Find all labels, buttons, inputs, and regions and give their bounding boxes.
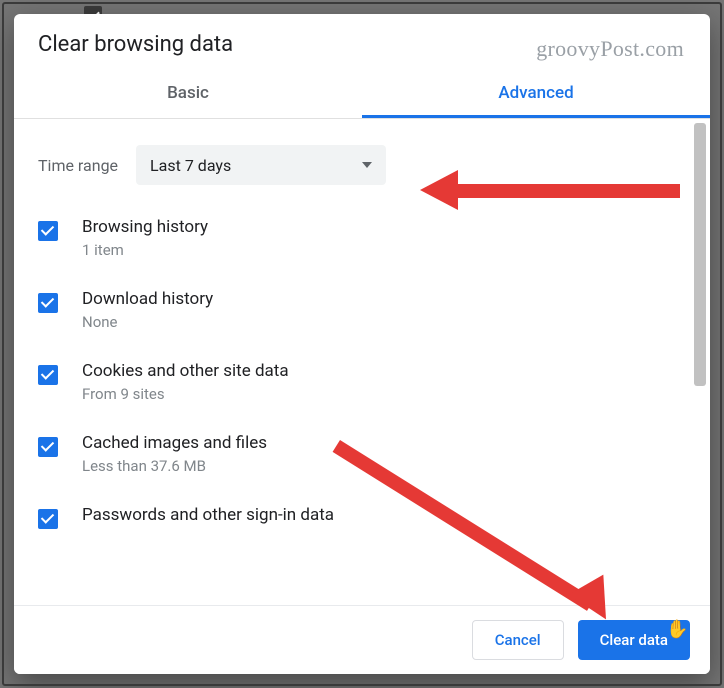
list-item: Browsing history 1 item bbox=[38, 211, 686, 265]
checkbox-passwords[interactable] bbox=[38, 509, 58, 529]
list-item: Cached images and files Less than 37.6 M… bbox=[38, 427, 686, 481]
checkbox-download-history[interactable] bbox=[38, 293, 58, 313]
clear-data-button[interactable]: Clear data bbox=[578, 620, 690, 660]
time-range-value: Last 7 days bbox=[150, 156, 231, 175]
chevron-down-icon bbox=[362, 162, 372, 168]
dialog-body: Time range Last 7 days Browsing history … bbox=[14, 119, 710, 605]
scrollbar[interactable] bbox=[694, 123, 706, 601]
list-item: Download history None bbox=[38, 283, 686, 337]
tab-basic[interactable]: Basic bbox=[14, 69, 362, 118]
item-title: Cookies and other site data bbox=[82, 361, 289, 381]
item-subtitle: None bbox=[82, 313, 213, 331]
clear-browsing-data-dialog: groovyPost.com Clear browsing data Basic… bbox=[14, 14, 710, 674]
item-subtitle: 1 item bbox=[82, 241, 208, 259]
item-title: Cached images and files bbox=[82, 433, 267, 453]
item-title: Passwords and other sign-in data bbox=[82, 505, 334, 525]
item-subtitle: Less than 37.6 MB bbox=[82, 457, 267, 475]
tab-advanced[interactable]: Advanced bbox=[362, 69, 710, 118]
tab-bar: Basic Advanced bbox=[14, 69, 710, 119]
watermark: groovyPost.com bbox=[536, 36, 684, 62]
item-subtitle: From 9 sites bbox=[82, 385, 289, 403]
time-range-label: Time range bbox=[38, 156, 118, 175]
time-range-select[interactable]: Last 7 days bbox=[136, 145, 386, 185]
time-range-row: Time range Last 7 days bbox=[38, 145, 686, 185]
item-title: Browsing history bbox=[82, 217, 208, 237]
checkbox-cached-images[interactable] bbox=[38, 437, 58, 457]
scrollbar-thumb[interactable] bbox=[694, 123, 706, 386]
list-item: Cookies and other site data From 9 sites bbox=[38, 355, 686, 409]
dialog-footer: Cancel Clear data bbox=[14, 605, 710, 674]
list-item: Passwords and other sign-in data bbox=[38, 499, 686, 535]
item-title: Download history bbox=[82, 289, 213, 309]
checkbox-browsing-history[interactable] bbox=[38, 221, 58, 241]
cancel-button[interactable]: Cancel bbox=[472, 620, 564, 660]
checkbox-cookies[interactable] bbox=[38, 365, 58, 385]
